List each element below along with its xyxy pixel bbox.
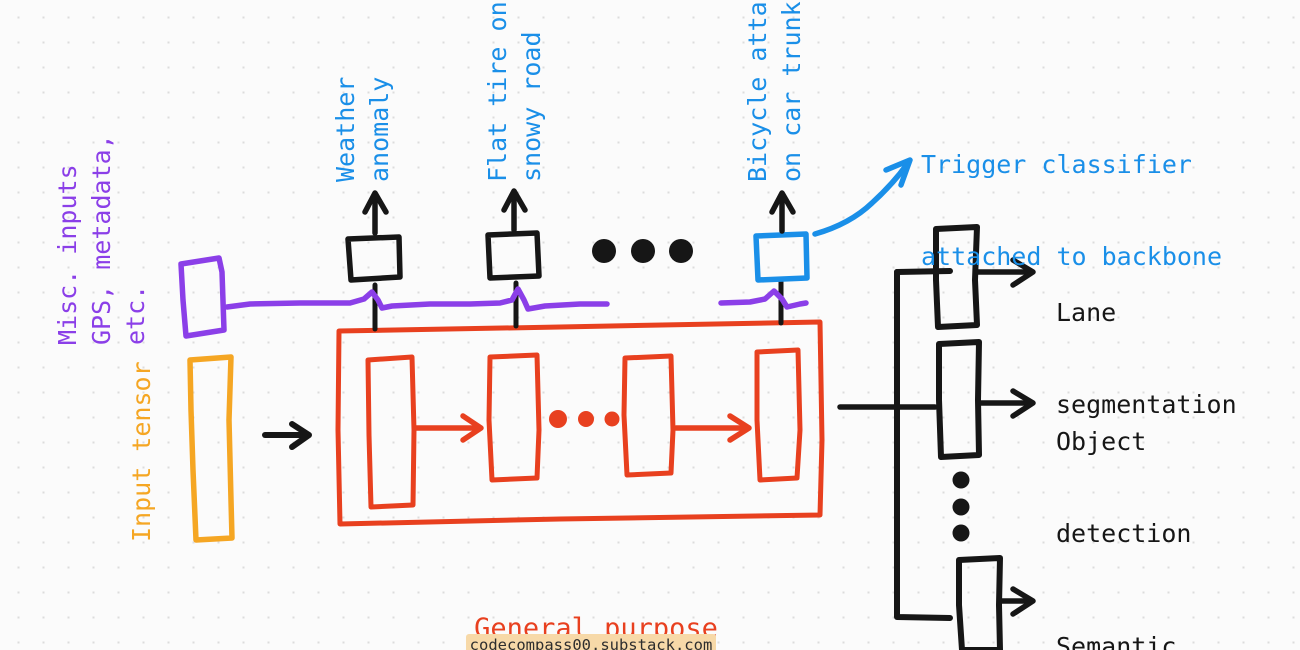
- backbone-ellipsis-icon: [549, 410, 620, 428]
- output-label-object-line-2: detection: [1056, 518, 1192, 548]
- output-label-semantic-line-1: Semantic: [1056, 632, 1177, 650]
- backbone-layer-1: [365, 354, 417, 510]
- misc-input-label-line-2: GPS, metadata,: [87, 134, 116, 345]
- diagram-canvas: .hand { fill:none; stroke-linecap:round;…: [0, 0, 1300, 650]
- trigger-label-bicycle-line-2: on car trunk: [777, 1, 806, 182]
- backbone-arrow-1: [413, 413, 484, 443]
- input-arrow: [262, 421, 312, 450]
- misc-input-label-line-3: etc.: [121, 284, 150, 345]
- output-label-semantic-segmentation: Semantic segmentation: [1056, 571, 1237, 650]
- input-tensor-label: Input tensor: [127, 361, 156, 542]
- output-label-lane-line-1: Lane: [1056, 298, 1117, 327]
- trigger-box-bicycle: [753, 231, 810, 283]
- watermark-text: codecompass00.substack.com: [469, 636, 713, 650]
- trigger-arrow-flat-tire: [501, 188, 528, 233]
- backbone-layer-3: [621, 353, 676, 478]
- trigger-box-flat-tire: [485, 230, 542, 281]
- head-box-semantic: [956, 555, 1003, 650]
- head-arrow-object: [978, 388, 1036, 419]
- input-tensor-box: [187, 354, 235, 543]
- watermark-badge: codecompass00.substack.com: [466, 634, 716, 650]
- trigger-box-weather: [345, 234, 403, 283]
- heads-ellipsis-icon: [952, 471, 970, 542]
- head-box-object: [936, 339, 982, 460]
- trigger-label-flat-tire-line-2: snowy road: [517, 31, 546, 182]
- backbone-arrow-2: [673, 413, 752, 443]
- trigger-ellipsis-icon: [592, 239, 693, 263]
- misc-input-label-line-1: Misc. inputs: [53, 164, 82, 345]
- backbone-layer-2: [486, 352, 542, 483]
- trigger-arrow-weather: [362, 190, 389, 236]
- trigger-label-weather-line-2: anomaly: [365, 76, 394, 182]
- trigger-callout-arrow: [812, 157, 913, 237]
- output-label-object-line-1: Object: [1056, 427, 1147, 456]
- head-arrow-semantic: [999, 586, 1036, 617]
- trigger-label-bicycle-line-1: Bicycle attached: [743, 0, 772, 182]
- trigger-label-flat-tire-line-1: Flat tire on: [483, 1, 512, 182]
- backbone-layer-4: [754, 347, 803, 483]
- trigger-label-weather-line-1: Weather: [331, 76, 360, 182]
- trigger-callout-note-line-1: Trigger classifier: [921, 150, 1192, 179]
- misc-input-box: [178, 255, 227, 339]
- trigger-arrow-bicycle: [769, 190, 796, 234]
